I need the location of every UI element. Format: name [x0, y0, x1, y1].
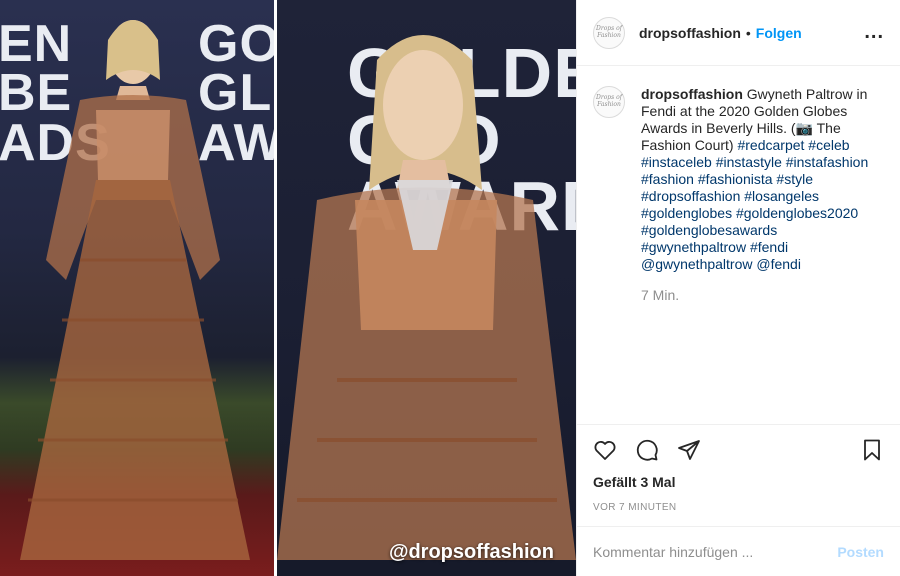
dress-figure-full — [20, 20, 250, 560]
image-watermark: @dropsoffashion — [388, 541, 554, 563]
comment-input[interactable] — [593, 543, 838, 560]
dress-figure-closeup — [277, 35, 576, 560]
instagram-post: EN BE ADS GOL GLO AWA — [0, 0, 900, 576]
caption-time: 7 Min. — [641, 287, 680, 303]
post-sidebar: Drops of Fashion dropsoffashion • Folgen… — [576, 0, 900, 576]
photo-closeup: GOLDEN GLO AWARDS — [277, 0, 576, 576]
heart-icon[interactable] — [593, 438, 617, 462]
likes-count[interactable]: Gefällt 3 Mal — [577, 474, 900, 498]
add-comment-bar: Posten — [577, 526, 900, 576]
caption-avatar[interactable]: Drops of Fashion — [593, 86, 625, 118]
caption-username[interactable]: dropsoffashion — [641, 86, 743, 102]
follow-button[interactable]: Folgen — [756, 25, 802, 41]
avatar[interactable]: Drops of Fashion — [593, 16, 625, 49]
post-comment-button[interactable]: Posten — [837, 544, 884, 560]
post-timestamp: VOR 7 MINUTEN — [593, 502, 677, 513]
caption-hashtags[interactable]: #redcarpet #celeb #instaceleb #instastyl… — [641, 137, 868, 272]
comment-icon[interactable] — [635, 438, 659, 462]
bookmark-icon[interactable] — [860, 438, 884, 462]
photo-full-length: EN BE ADS GOL GLO AWA — [0, 0, 274, 576]
comments-area: Drops of Fashion dropsoffashion Gwyneth … — [577, 66, 900, 424]
paper-plane-icon[interactable] — [677, 438, 701, 462]
more-options-icon[interactable]: ... — [864, 21, 884, 44]
action-bar — [577, 424, 900, 474]
post-image[interactable]: EN BE ADS GOL GLO AWA — [0, 0, 576, 576]
separator-dot: • — [745, 24, 751, 41]
post-header: Drops of Fashion dropsoffashion • Folgen… — [577, 0, 900, 66]
header-username[interactable]: dropsoffashion — [639, 25, 741, 41]
caption: dropsoffashion Gwyneth Paltrow in Fendi … — [641, 86, 884, 424]
